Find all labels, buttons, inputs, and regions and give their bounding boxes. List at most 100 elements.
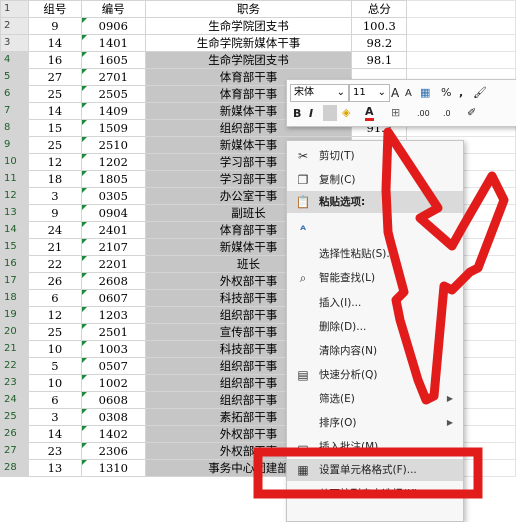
format-painter-icon[interactable]: 🖌 xyxy=(473,85,487,101)
cell-group[interactable]: 13 xyxy=(27,459,82,477)
cell-group[interactable]: 25 xyxy=(27,85,82,103)
cell-code[interactable]: 0308 xyxy=(80,408,146,426)
col-header-code[interactable]: 编号 xyxy=(80,0,146,18)
menu-item-format-cells[interactable]: ▦ 设置单元格格式(F)... xyxy=(287,459,463,481)
cell-group[interactable]: 26 xyxy=(27,272,82,290)
row-number[interactable]: 14 xyxy=(0,221,29,239)
cell-group[interactable]: 12 xyxy=(27,153,82,171)
empty-cell[interactable] xyxy=(406,0,516,18)
align-center-button[interactable] xyxy=(323,105,337,121)
cell-group[interactable]: 25 xyxy=(27,136,82,154)
row-number[interactable]: 6 xyxy=(0,85,29,103)
menu-item-smart-lookup[interactable]: ⌕ 智能查找(L) xyxy=(287,267,463,289)
cell-group[interactable]: 10 xyxy=(27,340,82,358)
cell-group[interactable]: 3 xyxy=(27,408,82,426)
cell-code[interactable]: 0607 xyxy=(80,289,146,307)
cell-group[interactable]: 9 xyxy=(27,204,82,222)
cell-code[interactable]: 1402 xyxy=(80,425,146,443)
cell-group[interactable]: 9 xyxy=(27,17,82,35)
menu-item-quick-analysis[interactable]: ▤ 快速分析(Q) xyxy=(287,364,463,386)
cell-group[interactable]: 3 xyxy=(27,187,82,205)
cell-code[interactable]: 0507 xyxy=(80,357,146,375)
cell-group[interactable]: 15 xyxy=(27,119,82,137)
cell-code[interactable]: 2510 xyxy=(80,136,146,154)
row-number[interactable]: 5 xyxy=(0,68,29,86)
cell-group[interactable]: 22 xyxy=(27,255,82,273)
cell-code[interactable]: 1605 xyxy=(80,51,146,69)
row-number[interactable]: 18 xyxy=(0,289,29,307)
cell-code[interactable]: 1409 xyxy=(80,102,146,120)
menu-item-clear[interactable]: 清除内容(N) xyxy=(287,340,463,362)
empty-cell[interactable] xyxy=(406,51,516,69)
cell-group[interactable]: 18 xyxy=(27,170,82,188)
row-number[interactable]: 20 xyxy=(0,323,29,341)
cell-group[interactable]: 6 xyxy=(27,289,82,307)
row-number[interactable]: 25 xyxy=(0,408,29,426)
menu-item-insert[interactable]: 插入(I)... xyxy=(287,292,463,314)
row-number[interactable]: 8 xyxy=(0,119,29,137)
row-number[interactable]: 21 xyxy=(0,340,29,358)
cell-group[interactable]: 12 xyxy=(27,306,82,324)
cell-code[interactable]: 2701 xyxy=(80,68,146,86)
col-header-total[interactable]: 总分 xyxy=(351,0,408,18)
empty-cell[interactable] xyxy=(406,17,516,35)
row-number[interactable]: 26 xyxy=(0,425,29,443)
row-number[interactable]: 28 xyxy=(0,459,29,477)
cell-group[interactable]: 10 xyxy=(27,374,82,392)
cell-code[interactable]: 0904 xyxy=(80,204,146,222)
cell-code[interactable]: 2107 xyxy=(80,238,146,256)
cell-role[interactable]: 生命学院新媒体干事 xyxy=(144,34,353,52)
number-format-icon[interactable]: ▦ xyxy=(420,85,430,101)
row-number[interactable]: 12 xyxy=(0,187,29,205)
cell-total[interactable]: 100.3 xyxy=(351,17,408,35)
row-number[interactable]: 22 xyxy=(0,357,29,375)
cell-code[interactable]: 2505 xyxy=(80,85,146,103)
row-number[interactable]: 3 xyxy=(0,34,29,52)
cell-code[interactable]: 1203 xyxy=(80,306,146,324)
cell-group[interactable]: 14 xyxy=(27,102,82,120)
cell-code[interactable]: 2401 xyxy=(80,221,146,239)
cell-group[interactable]: 6 xyxy=(27,391,82,409)
menu-item-pick-from-list[interactable]: 从下拉列表中选择(K)... xyxy=(287,483,463,505)
cell-code[interactable]: 0608 xyxy=(80,391,146,409)
font-size-select[interactable]: 11 ⌄ xyxy=(349,84,390,102)
decrease-decimal-button[interactable]: .0 xyxy=(443,106,451,122)
empty-cell[interactable] xyxy=(406,34,516,52)
grow-font-button[interactable]: A xyxy=(391,85,399,101)
cell-code[interactable]: 1310 xyxy=(80,459,146,477)
cell-code[interactable]: 0305 xyxy=(80,187,146,205)
menu-item-delete[interactable]: 删除(D)... xyxy=(287,316,463,338)
borders-icon[interactable]: ⊞ xyxy=(391,105,400,121)
cell-group[interactable]: 25 xyxy=(27,323,82,341)
row-number[interactable]: 4 xyxy=(0,51,29,69)
increase-decimal-button[interactable]: .00 xyxy=(417,106,430,122)
row-number[interactable]: 11 xyxy=(0,170,29,188)
fill-color-icon[interactable]: ◈ xyxy=(342,105,350,121)
menu-item-insert-comment[interactable]: ▭ 插入批注(M) xyxy=(287,436,463,458)
cell-code[interactable]: 1003 xyxy=(80,340,146,358)
menu-item-copy[interactable]: ❐ 复制(C) xyxy=(287,169,463,191)
cell-total[interactable]: 98.2 xyxy=(351,34,408,52)
shrink-font-button[interactable]: A xyxy=(405,86,412,102)
cell-group[interactable]: 24 xyxy=(27,221,82,239)
cell-code[interactable]: 1202 xyxy=(80,153,146,171)
cell-total[interactable]: 98.1 xyxy=(351,51,408,69)
cell-code[interactable]: 1805 xyxy=(80,170,146,188)
cell-role[interactable]: 生命学院团支书 xyxy=(144,51,353,69)
cell-group[interactable]: 27 xyxy=(27,68,82,86)
font-color-button[interactable]: A xyxy=(365,105,374,121)
menu-item-paste-special[interactable]: 选择性粘贴(S)... xyxy=(287,243,463,265)
cell-group[interactable]: 16 xyxy=(27,51,82,69)
cell-code[interactable]: 2608 xyxy=(80,272,146,290)
paste-text-only-button[interactable]: ᴬ xyxy=(287,217,463,243)
col-header-role[interactable]: 职务 xyxy=(144,0,353,18)
eraser-icon[interactable]: ✐ xyxy=(467,105,476,121)
menu-item-cut[interactable]: ✂ 剪切(T) xyxy=(287,145,463,167)
row-number[interactable]: 24 xyxy=(0,391,29,409)
row-number[interactable]: 16 xyxy=(0,255,29,273)
row-number[interactable]: 27 xyxy=(0,442,29,460)
cell-code[interactable]: 1401 xyxy=(80,34,146,52)
row-number[interactable]: 17 xyxy=(0,272,29,290)
cell-group[interactable]: 14 xyxy=(27,425,82,443)
percent-button[interactable]: % xyxy=(441,85,451,101)
